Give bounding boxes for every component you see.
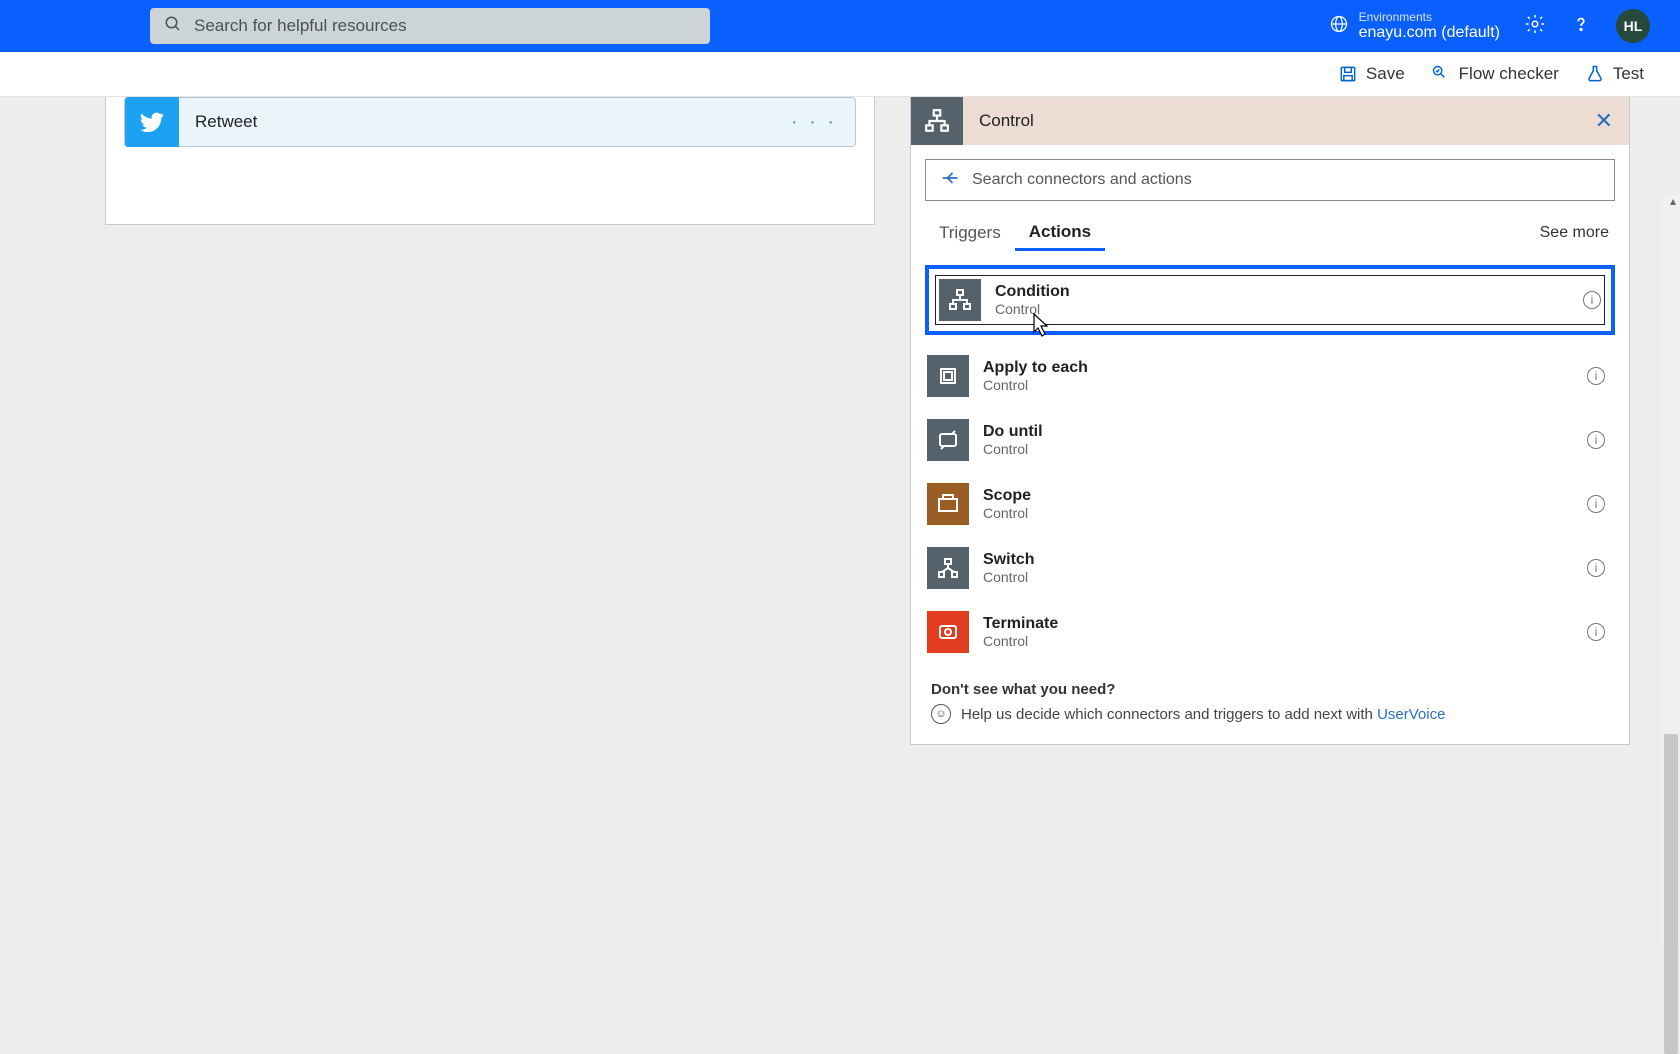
environment-selector[interactable]: Environments enayu.com (default) xyxy=(1329,11,1500,42)
command-bar: Save Flow checker Test xyxy=(0,52,1680,97)
action-title: Switch xyxy=(983,550,1035,569)
uservoice-link[interactable]: UserVoice xyxy=(1377,706,1445,723)
action-title: Condition xyxy=(995,282,1070,301)
action-item-switch[interactable]: SwitchControl i xyxy=(925,545,1615,591)
help-question: Don't see what you need? xyxy=(931,681,1609,698)
globe-icon xyxy=(1329,14,1349,39)
action-subtitle: Control xyxy=(983,505,1031,522)
flow-checker-label: Flow checker xyxy=(1459,64,1559,84)
tab-actions[interactable]: Actions xyxy=(1015,216,1105,251)
action-list: ConditionControliApply to eachControliDo… xyxy=(925,265,1615,655)
action-subtitle: Control xyxy=(983,633,1058,650)
top-header: Search for helpful resources Environment… xyxy=(0,0,1680,52)
action-item-condition[interactable]: ConditionControl i xyxy=(925,265,1615,335)
action-title: Do until xyxy=(983,422,1043,441)
env-label: Environments xyxy=(1359,11,1500,24)
help-text: Help us decide which connectors and trig… xyxy=(961,706,1377,723)
test-label: Test xyxy=(1613,64,1644,84)
global-search[interactable]: Search for helpful resources xyxy=(150,8,710,44)
action-item-scope[interactable]: ScopeControl i xyxy=(925,481,1615,527)
action-subtitle: Control xyxy=(983,569,1035,586)
test-button[interactable]: Test xyxy=(1585,64,1644,84)
action-title: Scope xyxy=(983,486,1031,505)
info-icon[interactable]: i xyxy=(1587,559,1605,577)
twitter-icon xyxy=(125,97,179,147)
scope-icon xyxy=(927,483,969,525)
help-icon[interactable] xyxy=(1570,13,1592,40)
info-icon[interactable]: i xyxy=(1587,431,1605,449)
action-subtitle: Control xyxy=(983,377,1088,394)
info-icon[interactable]: i xyxy=(1587,623,1605,641)
tabs: Triggers Actions See more xyxy=(925,215,1615,251)
info-icon[interactable]: i xyxy=(1587,367,1605,385)
help-footer: Don't see what you need? ☺ Help us decid… xyxy=(931,681,1609,724)
action-subtitle: Control xyxy=(983,441,1043,458)
flow-step-container: Retweet · · · xyxy=(105,97,875,225)
info-icon[interactable]: i xyxy=(1583,291,1601,309)
retweet-title: Retweet xyxy=(195,112,257,132)
save-button[interactable]: Save xyxy=(1338,64,1405,84)
settings-icon[interactable] xyxy=(1524,13,1546,40)
designer-canvas: Retweet · · · Control ✕ Search connector… xyxy=(0,97,1680,945)
connector-search-input[interactable]: Search connectors and actions xyxy=(925,159,1615,201)
terminate-icon xyxy=(927,611,969,653)
scrollbar[interactable]: ▴ xyxy=(1662,194,1680,945)
action-subtitle: Control xyxy=(995,301,1070,318)
branch-icon xyxy=(939,279,981,321)
loop-icon xyxy=(927,419,969,461)
back-arrow-icon[interactable] xyxy=(940,168,960,193)
list-icon xyxy=(927,355,969,397)
scrollbar-thumb[interactable] xyxy=(1664,734,1678,1054)
user-avatar[interactable]: HL xyxy=(1616,9,1650,43)
switch-icon xyxy=(927,547,969,589)
action-item-do-until[interactable]: Do untilControl i xyxy=(925,417,1615,463)
scroll-up-icon[interactable]: ▴ xyxy=(1670,194,1676,208)
connector-search-placeholder: Search connectors and actions xyxy=(972,171,1192,189)
tab-triggers[interactable]: Triggers xyxy=(925,217,1015,249)
action-item-terminate[interactable]: TerminateControl i xyxy=(925,609,1615,655)
env-value: enayu.com (default) xyxy=(1359,24,1500,42)
retweet-card[interactable]: Retweet · · · xyxy=(124,97,856,147)
control-icon xyxy=(911,97,963,145)
see-more-link[interactable]: See more xyxy=(1540,224,1609,242)
panel-header: Control ✕ xyxy=(911,97,1629,145)
save-label: Save xyxy=(1366,64,1405,84)
action-picker-panel: Control ✕ Search connectors and actions … xyxy=(910,97,1630,745)
search-icon xyxy=(164,15,182,38)
card-menu-icon[interactable]: · · · xyxy=(791,111,837,134)
flow-checker-button[interactable]: Flow checker xyxy=(1431,64,1559,84)
action-item-apply-to-each[interactable]: Apply to eachControl i xyxy=(925,353,1615,399)
smile-icon: ☺ xyxy=(931,704,951,724)
info-icon[interactable]: i xyxy=(1587,495,1605,513)
action-title: Apply to each xyxy=(983,358,1088,377)
action-title: Terminate xyxy=(983,614,1058,633)
global-search-placeholder: Search for helpful resources xyxy=(194,16,407,36)
panel-title: Control xyxy=(979,111,1034,131)
close-icon[interactable]: ✕ xyxy=(1595,108,1613,134)
